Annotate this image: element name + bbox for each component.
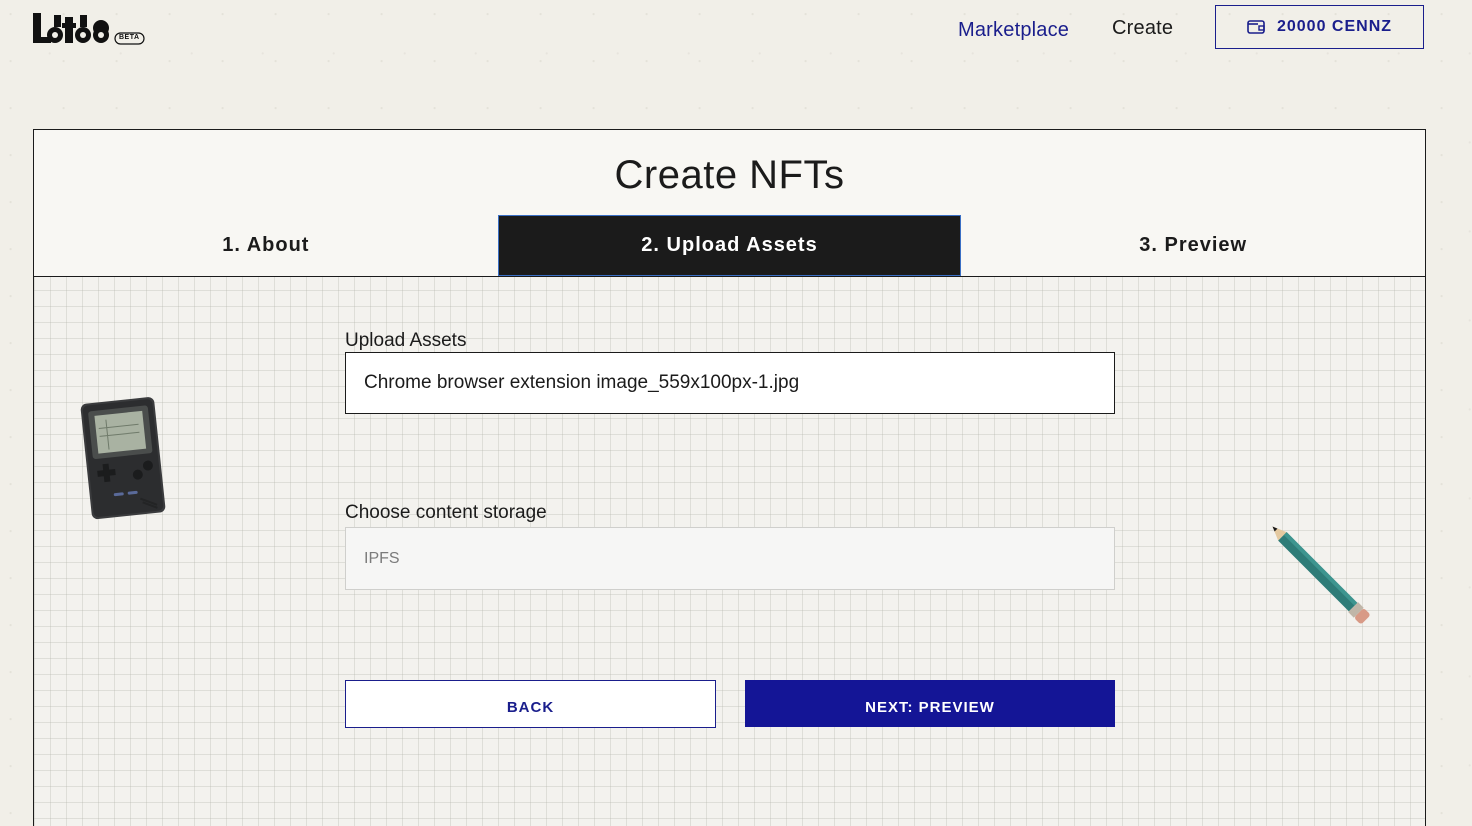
wallet-balance-button[interactable]: 20000 CENNZ: [1215, 5, 1424, 49]
tab-about[interactable]: 1. About: [34, 215, 498, 276]
next-preview-button[interactable]: NEXT: PREVIEW: [745, 680, 1115, 727]
wallet-balance-label: 20000 CENNZ: [1276, 18, 1393, 35]
pencil-decoration: [1252, 506, 1392, 646]
page-title: Create NFTs: [614, 153, 845, 197]
create-nft-card: Create NFTs 1. About 2. Upload Assets 3.…: [33, 129, 1426, 826]
content-storage-select[interactable]: IPFS: [345, 527, 1115, 590]
litho-logo[interactable]: BETA: [33, 13, 145, 45]
upload-assets-field[interactable]: Chrome browser extension image_559x100px…: [345, 352, 1115, 414]
back-button[interactable]: BACK: [345, 680, 716, 728]
step-tabs: 1. About 2. Upload Assets 3. Preview: [34, 215, 1425, 277]
content-storage-label: Choose content storage: [345, 502, 547, 523]
handheld-console-decoration: [80, 396, 168, 520]
nav-create-link[interactable]: Create: [1112, 17, 1173, 40]
wallet-icon: [1247, 19, 1265, 35]
tab-upload-assets[interactable]: 2. Upload Assets: [497, 215, 962, 276]
card-header: Create NFTs: [34, 130, 1425, 216]
upload-assets-label: Upload Assets: [345, 330, 467, 351]
logo-beta-badge: BETA: [119, 34, 140, 41]
tab-preview[interactable]: 3. Preview: [961, 215, 1425, 276]
nav-marketplace-link[interactable]: Marketplace: [958, 19, 1069, 42]
